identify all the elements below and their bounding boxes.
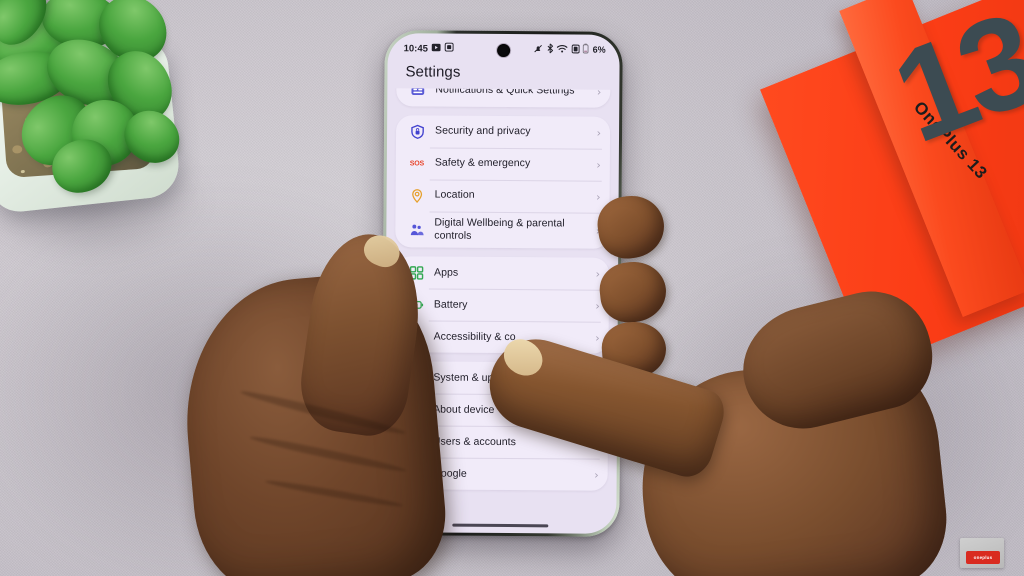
oneplus-box: OnePlus 13 13 — [726, 0, 1024, 326]
page-title: Settings — [387, 57, 619, 90]
left-hand — [168, 218, 468, 576]
bluetooth-icon — [547, 43, 554, 55]
wifi-icon — [557, 44, 568, 55]
chevron-right-icon: › — [595, 299, 599, 312]
camera-punch-hole — [497, 44, 510, 57]
status-time: 10:45 — [404, 43, 428, 54]
chevron-right-icon: › — [597, 88, 601, 98]
pebble — [12, 145, 23, 154]
watermark-logo: oneplus — [960, 538, 1004, 568]
right-hand-index-finger — [479, 328, 730, 483]
watermark-text: oneplus — [974, 555, 993, 560]
chevron-right-icon: › — [596, 158, 600, 171]
index-finger-nail — [497, 333, 549, 383]
right-hand-pointing — [492, 326, 932, 576]
settings-row[interactable]: SOS Safety & emergency › — [396, 147, 610, 180]
settings-row[interactable]: Notifications & Quick Settings › — [396, 88, 610, 108]
chevron-right-icon: › — [596, 267, 600, 280]
sos-icon: SOS — [406, 152, 428, 174]
settings-row-label: Location — [435, 189, 593, 203]
silent-mode-icon — [534, 44, 543, 55]
screenshot-icon — [445, 43, 454, 55]
settings-row-label: Security and privacy — [435, 125, 593, 139]
pebble — [21, 170, 25, 174]
group-notifications: Notifications & Quick Settings › — [396, 88, 610, 108]
settings-row-label: Safety & emergency — [435, 157, 593, 171]
sim-icon — [572, 44, 580, 55]
succulent-plant — [0, 0, 234, 240]
chevron-right-icon: › — [596, 190, 600, 203]
status-bar-right: 6% — [534, 43, 606, 55]
scene: OnePlus 13 13 10:45 6% Settings Notifica… — [0, 0, 1024, 576]
location-pin-icon — [406, 184, 428, 206]
battery-percent: 6% — [593, 45, 606, 55]
notifications-icon — [406, 88, 428, 101]
shield-lock-icon — [406, 120, 428, 142]
chevron-right-icon: › — [597, 126, 601, 139]
status-bar-left: 10:45 — [404, 42, 454, 54]
settings-row[interactable]: Security and privacy › — [396, 115, 610, 148]
battery-icon — [583, 44, 589, 56]
settings-row[interactable]: Location › — [396, 179, 610, 212]
video-icon — [432, 43, 441, 54]
watermark-key: oneplus — [966, 551, 1000, 564]
settings-row-label: Notifications & Quick Settings — [435, 88, 593, 98]
